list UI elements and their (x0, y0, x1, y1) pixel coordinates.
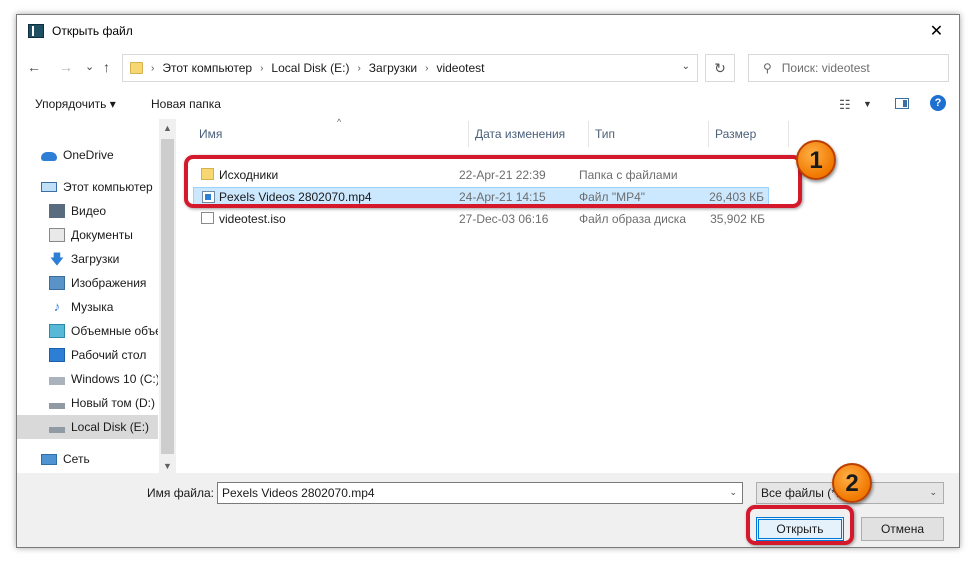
sidebar-item-documents[interactable]: Документы (17, 223, 158, 247)
column-header-date[interactable]: Дата изменения (469, 119, 589, 149)
sort-ascending-icon: ^ (337, 117, 342, 127)
new-folder-button[interactable]: Новая папка (151, 97, 221, 111)
breadcrumb-this-pc[interactable]: Этот компьютер (162, 61, 252, 75)
sidebar-item-label: Сеть (63, 452, 90, 466)
drive-icon (49, 402, 65, 409)
sidebar-item-label: Объемные объе (71, 324, 158, 338)
breadcrumb-separator-icon[interactable]: › (260, 63, 263, 74)
highlight-file-rows (184, 155, 802, 208)
sidebar-item-label: Рабочий стол (71, 348, 147, 362)
close-button[interactable]: ✕ (914, 15, 959, 47)
sidebar-item-label: Изображения (71, 276, 147, 290)
address-bar[interactable]: › Этот компьютер › Local Disk (E:) › Заг… (122, 54, 698, 82)
address-dropdown-chevron-icon[interactable]: ⌄ (682, 61, 690, 72)
refresh-icon[interactable]: ↻ (705, 54, 735, 82)
view-options-icon[interactable]: ☷ (839, 97, 851, 113)
video-icon (49, 204, 65, 218)
filename-history-chevron-icon[interactable]: ⌄ (729, 487, 737, 498)
navigation-row: ← → ⌄ ↑ › Этот компьютер › Local Disk (E… (17, 51, 959, 85)
desktop-icon (49, 348, 65, 362)
navigation-scrollbar[interactable]: ▲ ▼ (159, 119, 176, 475)
highlight-open-button (746, 505, 854, 545)
scroll-up-icon[interactable]: ▲ (163, 123, 172, 133)
filename-value: Pexels Videos 2802070.mp4 (222, 486, 375, 500)
file-row-iso[interactable]: videotest.iso 27-Dec-03 06:16 Файл образ… (193, 209, 769, 229)
drive-icon (49, 426, 65, 433)
network-icon (41, 453, 57, 465)
column-divider[interactable] (788, 121, 789, 147)
sidebar-item-videos[interactable]: Видео (17, 199, 158, 223)
sidebar-item-3d-objects[interactable]: Объемные объе (17, 319, 158, 343)
documents-icon (49, 228, 65, 242)
breadcrumb-videotest[interactable]: videotest (436, 61, 484, 75)
breadcrumb-separator-icon[interactable]: › (357, 63, 360, 74)
folder-icon (130, 62, 143, 74)
sidebar-item-desktop[interactable]: Рабочий стол (17, 343, 158, 367)
sidebar-item-label: Новый том (D:) (71, 396, 155, 410)
sidebar-item-label: Музыка (71, 300, 114, 314)
sidebar-item-label: Windows 10 (C:) (71, 372, 158, 386)
file-name: videotest.iso (219, 212, 286, 226)
sidebar-item-network[interactable]: Сеть (17, 447, 158, 471)
forward-arrow-icon[interactable]: → (59, 59, 73, 75)
sidebar-item-this-pc[interactable]: Этот компьютер (17, 175, 158, 199)
preview-pane-icon[interactable] (895, 98, 909, 109)
back-arrow-icon[interactable]: ← (27, 59, 41, 75)
app-icon (28, 24, 44, 38)
view-dropdown-chevron-icon[interactable]: ▼ (863, 99, 872, 109)
filename-input[interactable]: Pexels Videos 2802070.mp4 ⌄ (217, 482, 743, 504)
sidebar-item-drive-d[interactable]: Новый том (D:) (17, 391, 158, 415)
command-bar: Упорядочить ▾ Новая папка ☷ ▼ ? (17, 93, 959, 119)
sidebar-item-pictures[interactable]: Изображения (17, 271, 158, 295)
breadcrumb-separator-icon[interactable]: › (425, 63, 428, 74)
breadcrumb-local-disk[interactable]: Local Disk (E:) (271, 61, 349, 75)
title-bar[interactable]: Открыть файл ✕ (17, 15, 959, 47)
downloads-icon: 🡇 (49, 251, 65, 267)
cancel-button[interactable]: Отмена (861, 517, 944, 541)
file-type: Файл образа диска (579, 212, 686, 226)
3d-objects-icon (49, 324, 65, 338)
drive-icon (49, 376, 65, 385)
column-header-label: Имя (199, 127, 223, 141)
pictures-icon (49, 276, 65, 290)
sidebar-item-label: Загрузки (71, 252, 120, 266)
sidebar-item-label: Видео (71, 204, 107, 218)
breadcrumb-separator-icon: › (151, 62, 155, 74)
scroll-down-icon[interactable]: ▼ (163, 461, 172, 471)
music-icon: ♪ (53, 299, 61, 314)
open-file-dialog: Открыть файл ✕ ← → ⌄ ↑ › Этот компьютер … (16, 14, 960, 548)
sidebar-item-label: OneDrive (63, 148, 114, 162)
scrollbar-thumb[interactable] (161, 139, 174, 454)
help-icon[interactable]: ? (930, 95, 946, 111)
sidebar-item-onedrive[interactable]: OneDrive (17, 143, 158, 167)
file-date: 27-Dec-03 06:16 (459, 212, 549, 226)
search-placeholder: Поиск: videotest (781, 61, 870, 75)
filename-label: Имя файла: (147, 486, 214, 500)
breadcrumb-downloads[interactable]: Загрузки (369, 61, 417, 75)
column-header-name[interactable]: Имя ^ (193, 117, 469, 149)
step-badge-2: 2 (832, 463, 872, 503)
up-arrow-icon[interactable]: ↑ (103, 59, 110, 75)
navigation-pane: OneDrive Этот компьютер Видео Документы … (17, 119, 179, 475)
sidebar-item-music[interactable]: ♪ Музыка (17, 295, 158, 319)
sidebar-item-drive-e[interactable]: Local Disk (E:) (17, 415, 158, 439)
sidebar-item-label: Этот компьютер (63, 180, 153, 194)
filter-chevron-icon: ⌄ (929, 487, 937, 497)
sidebar-item-label: Local Disk (E:) (71, 420, 150, 434)
sidebar-item-downloads[interactable]: 🡇 Загрузки (17, 247, 158, 271)
disc-image-icon (201, 212, 214, 224)
cloud-icon (41, 152, 57, 161)
column-header-type[interactable]: Тип (589, 119, 709, 149)
column-header-size[interactable]: Размер (709, 119, 789, 149)
recent-locations-chevron-icon[interactable]: ⌄ (85, 59, 94, 75)
file-size: 35,902 КБ (710, 212, 765, 226)
organize-button[interactable]: Упорядочить ▾ (35, 97, 116, 111)
sidebar-item-label: Документы (71, 228, 133, 242)
search-icon: ⚲ (763, 61, 772, 75)
search-input[interactable]: ⚲ Поиск: videotest (748, 54, 949, 82)
computer-icon (41, 182, 57, 192)
sidebar-item-drive-c[interactable]: Windows 10 (C:) (17, 367, 158, 391)
step-badge-1: 1 (796, 140, 836, 180)
window-title: Открыть файл (52, 24, 133, 38)
